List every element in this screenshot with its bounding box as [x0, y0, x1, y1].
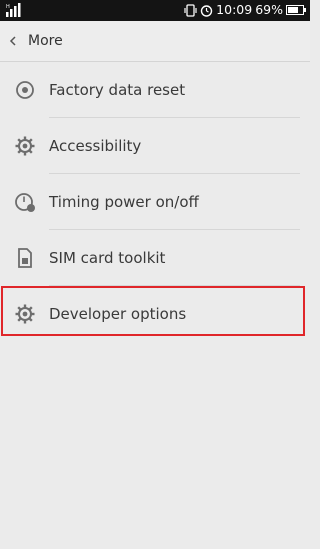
- back-button[interactable]: More: [8, 21, 63, 61]
- battery-percent: 69%: [255, 2, 283, 17]
- menu-item-accessibility[interactable]: Accessibility: [0, 118, 310, 174]
- svg-text:H: H: [6, 4, 10, 10]
- menu-item-sim-card-toolkit[interactable]: SIM card toolkit: [0, 230, 310, 286]
- gear-icon: [15, 136, 35, 156]
- status-bar: H 10:09 69%: [0, 0, 310, 21]
- signal-icon: H: [6, 3, 21, 17]
- menu-item-label: Factory data reset: [49, 81, 186, 99]
- clock-power-icon: [15, 193, 35, 212]
- header-bar: More: [0, 21, 310, 62]
- menu-item-factory-data-reset[interactable]: Factory data reset: [0, 62, 310, 118]
- battery-fill: [288, 7, 298, 13]
- status-time: 10:09: [216, 2, 253, 17]
- chevron-left-icon: [9, 36, 16, 46]
- highlight-box: [1, 286, 305, 336]
- page-title: More: [28, 33, 63, 49]
- menu-item-label: Timing power on/off: [49, 193, 199, 211]
- sim-card-icon: [18, 248, 32, 268]
- menu-item-label: SIM card toolkit: [49, 249, 166, 267]
- vibrate-icon: [184, 3, 197, 17]
- battery-icon: [286, 5, 306, 15]
- menu-item-label: Accessibility: [49, 137, 142, 155]
- reset-icon: [16, 81, 34, 99]
- menu-item-timing-power[interactable]: Timing power on/off: [0, 174, 310, 230]
- alarm-icon: [200, 4, 213, 17]
